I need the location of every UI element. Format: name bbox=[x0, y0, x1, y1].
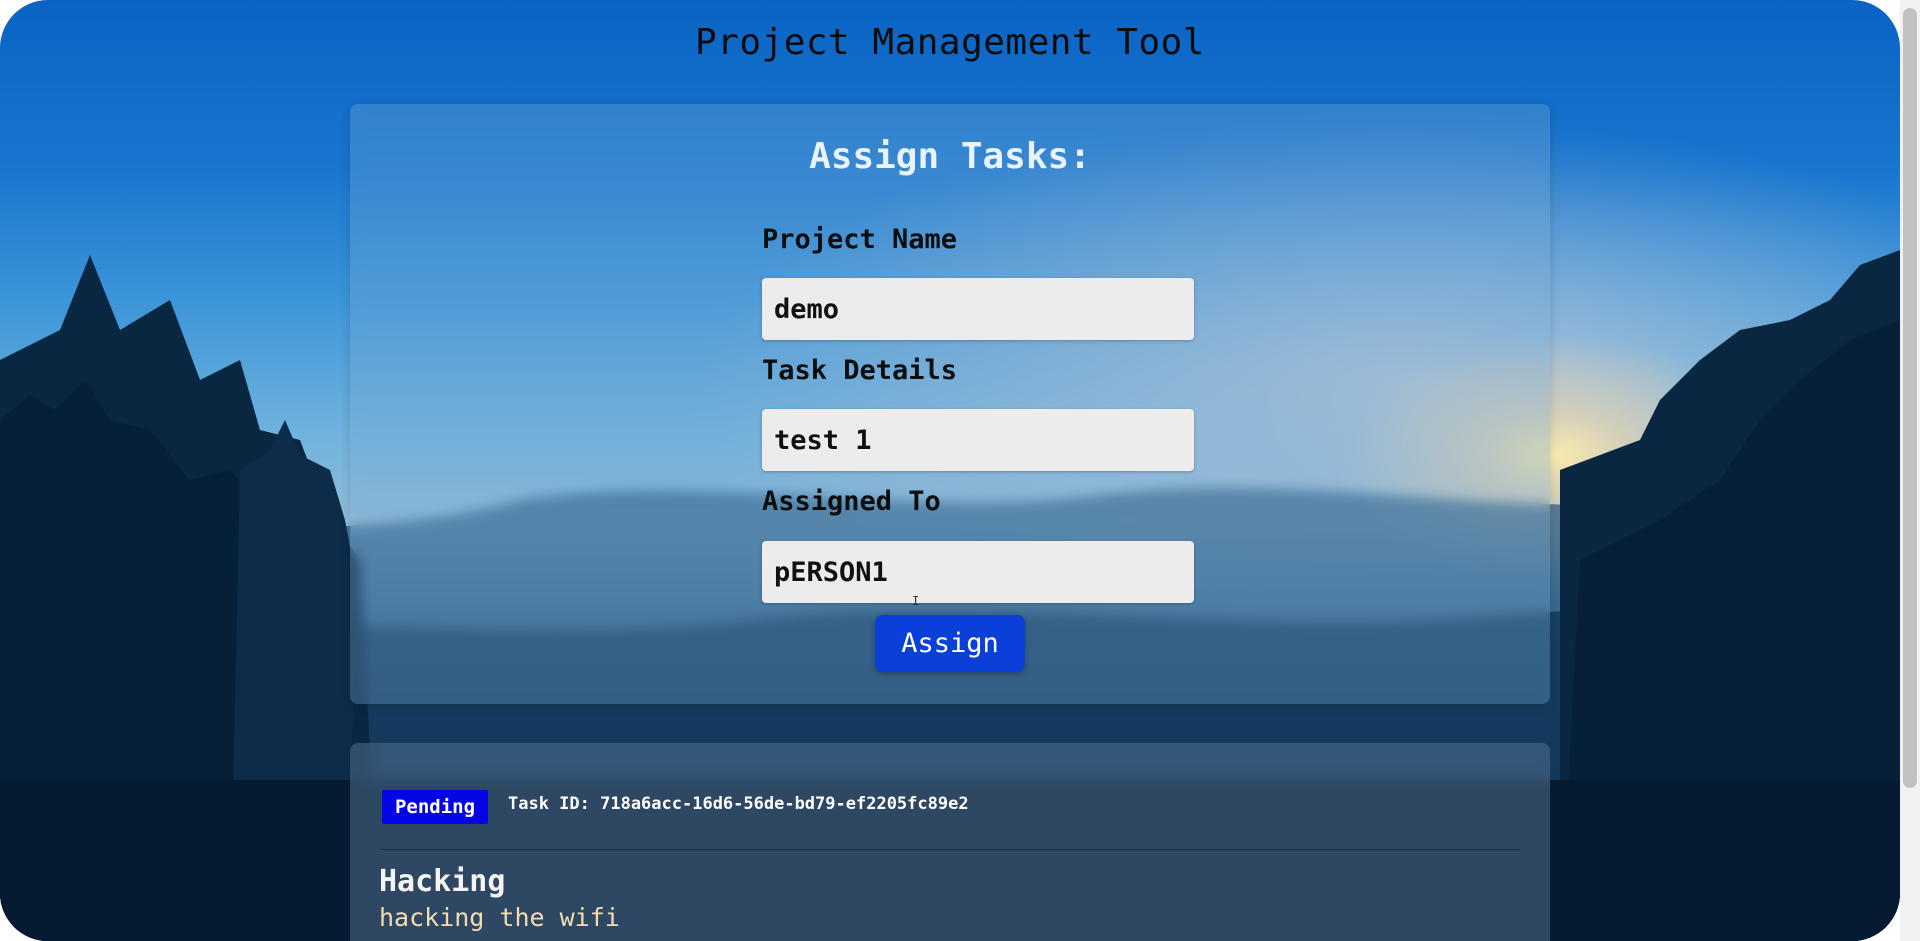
task-title: Hacking bbox=[379, 864, 506, 899]
task-description: hacking the wifi bbox=[379, 903, 620, 932]
scrollbar-thumb[interactable] bbox=[1903, 8, 1917, 788]
assign-task-form: Assign Tasks: Project Name Task Details … bbox=[350, 104, 1550, 704]
status-badge: Pending bbox=[382, 790, 488, 824]
app-title: Project Management Tool bbox=[695, 22, 1205, 63]
assign-button[interactable]: Assign bbox=[875, 615, 1025, 672]
assigned-to-label: Assigned To bbox=[762, 486, 941, 517]
project-name-input[interactable] bbox=[762, 278, 1194, 340]
task-divider bbox=[380, 849, 1520, 850]
form-heading: Assign Tasks: bbox=[809, 136, 1091, 177]
task-details-input[interactable] bbox=[762, 409, 1194, 471]
task-card: Pending Task ID: 718a6acc-16d6-56de-bd79… bbox=[350, 743, 1550, 941]
project-name-label: Project Name bbox=[762, 224, 958, 255]
page-background: Project Management Tool Assign Tasks: Pr… bbox=[0, 0, 1900, 941]
task-details-label: Task Details bbox=[762, 355, 958, 386]
vertical-scrollbar[interactable] bbox=[1900, 0, 1920, 941]
assigned-to-input[interactable] bbox=[762, 541, 1194, 603]
task-id: Task ID: 718a6acc-16d6-56de-bd79-ef2205f… bbox=[508, 794, 969, 814]
text-cursor-icon: I bbox=[912, 594, 920, 608]
